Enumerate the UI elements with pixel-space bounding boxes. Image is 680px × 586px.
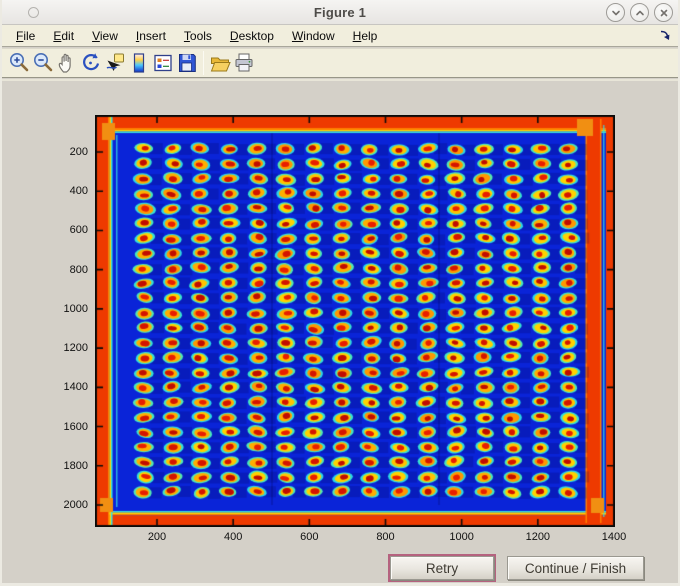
zoom-out-icon [34, 53, 53, 72]
close-icon [660, 9, 667, 16]
toolbar-divider [2, 79, 678, 81]
y-tick-label: 1400 [63, 381, 88, 394]
data-cursor-button[interactable] [103, 50, 127, 76]
menu-insert[interactable]: Insert [129, 26, 173, 46]
x-tick-label: 800 [376, 531, 395, 543]
chevron-down-icon [611, 10, 620, 15]
menu-edit[interactable]: Edit [46, 26, 81, 46]
x-tick-label: 600 [300, 531, 319, 543]
y-tick-label: 600 [69, 224, 88, 237]
titlebar: Figure 1 [2, 0, 678, 25]
save-figure-button[interactable] [175, 50, 199, 76]
y-tick-label: 200 [69, 146, 88, 158]
plot-image [95, 115, 615, 527]
pan-button[interactable] [55, 50, 79, 76]
figure-window: Figure 1 File Edit View Insert Tools Desktop W… [0, 0, 680, 586]
menu-file[interactable]: File [9, 26, 42, 46]
close-button[interactable] [654, 3, 673, 22]
x-tick-label: 1000 [449, 531, 474, 543]
insert-colorbar-button[interactable] [127, 50, 151, 76]
y-tick-label: 1200 [63, 342, 88, 355]
y-tick-label: 1000 [63, 302, 88, 315]
y-tick-label: 400 [69, 185, 88, 198]
y-tick-label: 800 [69, 263, 88, 276]
insert-legend-icon [154, 54, 172, 72]
open-file-button[interactable] [208, 50, 232, 76]
menu-view[interactable]: View [85, 26, 125, 46]
open-file-icon [210, 57, 231, 72]
save-figure-icon [179, 54, 196, 72]
x-tick-label: 1200 [525, 531, 551, 543]
insert-legend-button[interactable] [151, 50, 175, 76]
toolbar-separator [203, 51, 204, 75]
minimize-button[interactable] [606, 3, 625, 22]
toolbar [2, 48, 678, 78]
insert-colorbar-icon [133, 53, 145, 73]
continue-finish-button[interactable]: Continue / Finish [507, 556, 644, 580]
chevron-up-icon [635, 10, 644, 15]
window-controls [606, 3, 673, 22]
retry-button-focus-ring: Retry [388, 554, 496, 582]
maximize-button[interactable] [630, 3, 649, 22]
zoom-in-button[interactable] [7, 50, 31, 76]
y-tick-label: 1800 [63, 459, 88, 472]
rotate-3d-icon [83, 53, 100, 71]
menu-desktop[interactable]: Desktop [223, 26, 281, 46]
y-tick-label: 1600 [63, 420, 88, 433]
print-figure-icon [235, 53, 253, 72]
menubar: File Edit View Insert Tools Desktop Window Help [2, 25, 678, 47]
retry-button[interactable]: Retry [390, 556, 494, 580]
menu-window[interactable]: Window [285, 26, 342, 46]
x-tick-label: 200 [147, 531, 167, 543]
menu-tools[interactable]: Tools [177, 26, 219, 46]
zoom-out-button[interactable] [31, 50, 55, 76]
rotate-3d-button[interactable] [79, 50, 103, 76]
zoom-in-icon [10, 53, 29, 72]
x-tick-label: 1400 [601, 531, 627, 543]
dock-figure-icon[interactable] [659, 29, 672, 42]
menu-help[interactable]: Help [346, 26, 385, 46]
print-figure-button[interactable] [232, 50, 256, 76]
pan-icon [58, 53, 71, 73]
data-cursor-icon [106, 53, 124, 71]
x-tick-label: 400 [223, 531, 243, 543]
y-tick-label: 2000 [63, 499, 88, 511]
window-title: Figure 1 [313, 4, 367, 20]
